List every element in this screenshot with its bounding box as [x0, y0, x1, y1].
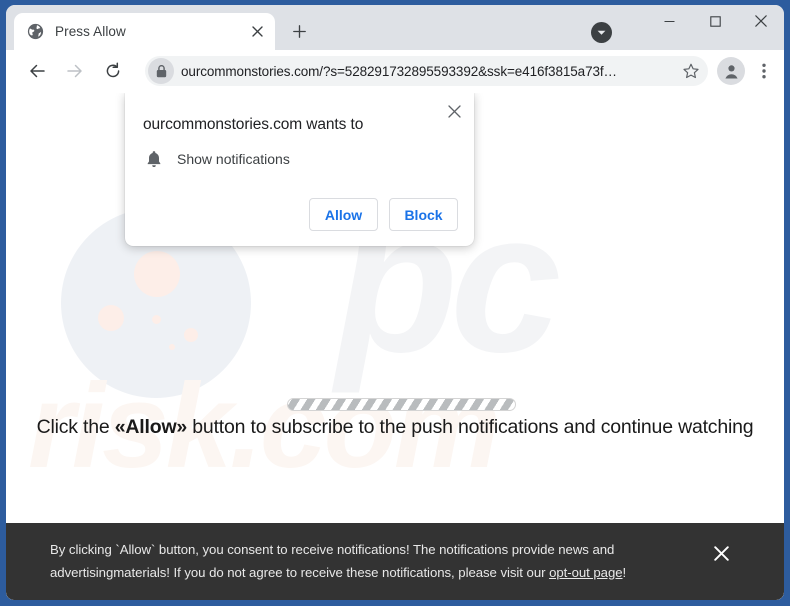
- tab-title: Press Allow: [55, 24, 126, 39]
- consent-line2-suffix: !: [622, 564, 627, 580]
- consent-text: By clicking `Allow` button, you consent …: [50, 539, 698, 584]
- cta-bold: «Allow»: [114, 416, 188, 438]
- bell-icon: [145, 150, 163, 168]
- decorative-dot: [152, 315, 161, 324]
- decorative-dot: [184, 328, 198, 342]
- globe-icon: [27, 23, 44, 40]
- opt-out-link[interactable]: opt-out page: [549, 565, 623, 580]
- banner-close-icon[interactable]: [704, 537, 738, 571]
- cta-suffix: button to subscribe to the push notifica…: [187, 416, 754, 438]
- forward-arrow-icon: [60, 56, 90, 86]
- dialog-title: ourcommonstories.com wants to: [143, 116, 364, 133]
- page-content: pc risk.com Click the «Allow» button to …: [6, 93, 784, 600]
- back-arrow-icon[interactable]: [22, 56, 52, 86]
- consent-line2-prefix: materials! If you do not agree to receiv…: [113, 564, 550, 580]
- consent-banner: By clicking `Allow` button, you consent …: [6, 523, 784, 600]
- browser-window: Press Allow ourcommonstories.com/?s=5282…: [6, 5, 784, 600]
- avatar[interactable]: [717, 57, 745, 85]
- three-dot-menu-icon[interactable]: [750, 57, 778, 85]
- permission-label: Show notifications: [177, 151, 290, 167]
- call-to-action-text: Click the «Allow» button to subscribe to…: [6, 416, 784, 439]
- progress-bar: [287, 398, 516, 411]
- tab-strip: Press Allow: [6, 5, 784, 50]
- dialog-close-icon[interactable]: [442, 99, 466, 123]
- url-text: ourcommonstories.com/?s=5282917328955933…: [181, 63, 617, 79]
- browser-tab[interactable]: Press Allow: [14, 13, 275, 50]
- browser-toolbar: ourcommonstories.com/?s=5282917328955933…: [6, 50, 784, 93]
- tab-search-button[interactable]: [591, 22, 612, 43]
- permission-row: Show notifications: [141, 134, 458, 168]
- decorative-dot: [134, 251, 180, 297]
- decorative-dot: [98, 305, 124, 331]
- notification-permission-dialog: ourcommonstories.com wants to Show notif…: [125, 93, 474, 246]
- decorative-dot: [169, 344, 175, 350]
- window-controls: [646, 5, 784, 50]
- address-bar[interactable]: ourcommonstories.com/?s=5282917328955933…: [145, 56, 708, 86]
- browser-window-frame: Press Allow ourcommonstories.com/?s=5282…: [0, 0, 790, 606]
- minimize-icon[interactable]: [646, 5, 692, 37]
- dialog-actions: Allow Block: [141, 168, 458, 231]
- lock-icon[interactable]: [148, 58, 174, 84]
- allow-button[interactable]: Allow: [309, 198, 378, 231]
- new-tab-button[interactable]: [285, 17, 313, 45]
- tab-close-icon[interactable]: [247, 22, 267, 42]
- maximize-icon[interactable]: [692, 5, 738, 37]
- reload-icon[interactable]: [98, 56, 128, 86]
- close-icon[interactable]: [738, 5, 784, 37]
- cta-prefix: Click the: [36, 416, 115, 438]
- star-icon[interactable]: [678, 58, 704, 84]
- block-button[interactable]: Block: [389, 198, 458, 231]
